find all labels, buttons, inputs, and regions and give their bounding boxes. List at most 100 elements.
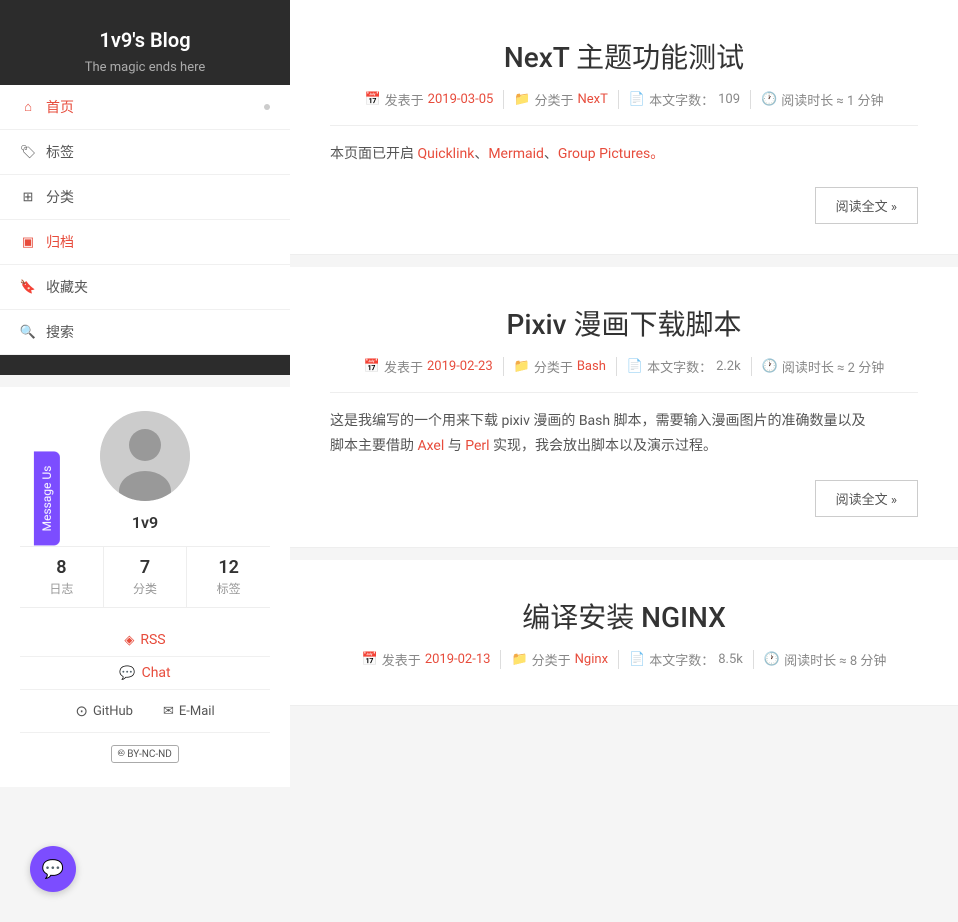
wordcount-label-3: 本文字数： <box>649 650 714 669</box>
post-wordcount-3: 📄 本文字数： 8.5k <box>619 650 754 669</box>
read-more-btn-2[interactable]: 阅读全文 » <box>815 480 918 517</box>
archive-icon: ▣ <box>20 234 36 250</box>
readtime-value-2: 阅读时长 ≈ 2 分钟 <box>782 357 884 376</box>
read-more-btn-1[interactable]: 阅读全文 » <box>815 187 918 224</box>
license-area: 🅭 BY-NC-ND <box>20 733 270 767</box>
date-link-1[interactable]: 2019-03-05 <box>428 92 494 107</box>
read-more-container-2: 阅读全文 » <box>330 480 918 517</box>
stat-tags-label: 标签 <box>187 580 270 597</box>
blog-title: 1v9's Blog <box>20 28 270 52</box>
category-link-3[interactable]: Nginx <box>575 652 608 667</box>
post-readtime-3: 🕐 阅读时长 ≈ 8 分钟 <box>754 650 897 669</box>
stat-categories-number: 7 <box>104 557 187 578</box>
tag-icon: 🏷 <box>20 144 36 160</box>
date-link-2[interactable]: 2019-02-23 <box>427 359 493 374</box>
category-link-1[interactable]: NexT <box>578 92 608 107</box>
blog-subtitle: The magic ends here <box>20 60 270 75</box>
post-wordcount-1: 📄 本文字数： 109 <box>619 90 751 109</box>
nav-label-bookmarks: 收藏夹 <box>46 277 88 297</box>
grouppictures-link[interactable]: Group Pictures。 <box>558 146 664 162</box>
post-meta-2: 📅 发表于 2019-02-23 📁 分类于 Bash 📄 本文字数： 2.2k… <box>330 357 918 376</box>
github-link[interactable]: ⊙ GitHub <box>75 702 133 720</box>
license-text: BY-NC-ND <box>127 749 172 760</box>
wordcount-value-1: 109 <box>718 92 740 107</box>
post-title-1: NexT 主题功能测试 <box>330 36 918 76</box>
clock-icon-1: 🕐 <box>761 92 777 107</box>
post-title-2: Pixiv 漫画下载脚本 <box>330 303 918 343</box>
nav-item-bookmarks[interactable]: 🔖 收藏夹 <box>0 265 290 310</box>
search-icon: 🔍 <box>20 324 36 340</box>
category-label-2: 分类于 <box>534 357 573 376</box>
stat-categories: 7 分类 <box>104 547 188 607</box>
nav-card: 1v9's Blog The magic ends here 首页 🏷 标签 ⊞ <box>0 0 290 375</box>
nav-label-home: 首页 <box>46 97 74 117</box>
nav-label-tags: 标签 <box>46 142 74 162</box>
chat-label: Chat <box>142 665 171 681</box>
main-content: NexT 主题功能测试 📅 发表于 2019-03-05 📁 分类于 NexT … <box>290 0 958 922</box>
nav-item-archives[interactable]: ▣ 归档 <box>0 220 290 265</box>
active-dot <box>264 104 270 110</box>
profile-card: 1v9 8 日志 7 分类 12 标签 ◈ RSS 💬 Chat <box>0 387 290 787</box>
doc-icon-1: 📄 <box>629 92 645 107</box>
email-link[interactable]: ✉ E-Mail <box>163 702 215 720</box>
separator-2 <box>330 392 918 393</box>
wordcount-label-2: 本文字数： <box>647 357 712 376</box>
profile-stats: 8 日志 7 分类 12 标签 <box>20 546 270 608</box>
post-meta-1: 📅 发表于 2019-03-05 📁 分类于 NexT 📄 本文字数： 109 … <box>330 90 918 109</box>
rss-link[interactable]: ◈ RSS <box>20 624 270 657</box>
separator-1 <box>330 125 918 126</box>
stat-tags: 12 标签 <box>187 547 270 607</box>
stat-tags-number: 12 <box>187 557 270 578</box>
chat-icon: 💬 <box>119 666 135 681</box>
nav-item-search[interactable]: 🔍 搜索 <box>0 310 290 355</box>
readtime-value-3: 阅读时长 ≈ 8 分钟 <box>784 650 886 669</box>
category-link-2[interactable]: Bash <box>577 359 606 374</box>
axel-link[interactable]: Axel <box>417 438 444 454</box>
stat-posts-label: 日志 <box>20 580 103 597</box>
chat-link[interactable]: 💬 Chat <box>20 657 270 690</box>
category-label-3: 分类于 <box>532 650 571 669</box>
read-more-container-1: 阅读全文 » <box>330 187 918 224</box>
chat-bubble-icon: 💬 <box>42 859 64 880</box>
message-us-tab[interactable]: Message Us <box>34 452 60 546</box>
clock-icon-3: 🕐 <box>764 652 780 667</box>
readtime-value-1: 阅读时长 ≈ 1 分钟 <box>781 90 883 109</box>
post-card-1: NexT 主题功能测试 📅 发表于 2019-03-05 📁 分类于 NexT … <box>290 0 958 255</box>
category-label-1: 分类于 <box>535 90 574 109</box>
post-date-2: 📅 发表于 2019-02-23 <box>354 357 504 376</box>
post-excerpt-2: 这是我编写的一个用来下载 pixiv 漫画的 Bash 脚本，需要输入漫画图片的… <box>330 409 918 459</box>
stat-posts: 8 日志 <box>20 547 104 607</box>
doc-icon-3: 📄 <box>629 652 645 667</box>
post-title-3: 编译安装 NGINX <box>330 596 918 636</box>
post-excerpt-1: 本页面已开启 Quicklink、Mermaid、Group Pictures。 <box>330 142 918 167</box>
nav-label-search: 搜索 <box>46 322 74 342</box>
calendar-icon-1: 📅 <box>364 92 380 107</box>
folder-icon-3: 📁 <box>511 652 527 667</box>
post-category-3: 📁 分类于 Nginx <box>501 650 619 669</box>
blog-header: 1v9's Blog The magic ends here <box>0 0 290 85</box>
quicklink-link[interactable]: Quicklink <box>417 146 474 162</box>
post-date-1: 📅 发表于 2019-03-05 <box>354 90 504 109</box>
calendar-icon-3: 📅 <box>362 652 378 667</box>
social-links: ⊙ GitHub ✉ E-Mail <box>20 690 270 733</box>
perl-link[interactable]: Perl <box>465 438 489 454</box>
chat-bubble-button[interactable]: 💬 <box>30 846 76 892</box>
post-card-2: Pixiv 漫画下载脚本 📅 发表于 2019-02-23 📁 分类于 Bash… <box>290 267 958 547</box>
stat-categories-label: 分类 <box>104 580 187 597</box>
nav-item-home[interactable]: 首页 <box>0 85 290 130</box>
doc-icon-2: 📄 <box>627 359 643 374</box>
github-label: GitHub <box>93 704 133 719</box>
nav-label-categories: 分类 <box>46 187 74 207</box>
nav-item-tags[interactable]: 🏷 标签 <box>0 130 290 175</box>
nav-menu: 首页 🏷 标签 ⊞ 分类 ▣ 归档 <box>0 85 290 355</box>
email-label: E-Mail <box>179 704 215 719</box>
date-label-3: 发表于 <box>382 650 421 669</box>
date-link-3[interactable]: 2019-02-13 <box>425 652 491 667</box>
date-label-1: 发表于 <box>385 90 424 109</box>
post-readtime-1: 🕐 阅读时长 ≈ 1 分钟 <box>751 90 894 109</box>
clock-icon-2: 🕐 <box>762 359 778 374</box>
folder-icon-2: 📁 <box>514 359 530 374</box>
mermaid-link[interactable]: Mermaid <box>488 146 544 162</box>
nav-item-categories[interactable]: ⊞ 分类 <box>0 175 290 220</box>
date-label-2: 发表于 <box>384 357 423 376</box>
